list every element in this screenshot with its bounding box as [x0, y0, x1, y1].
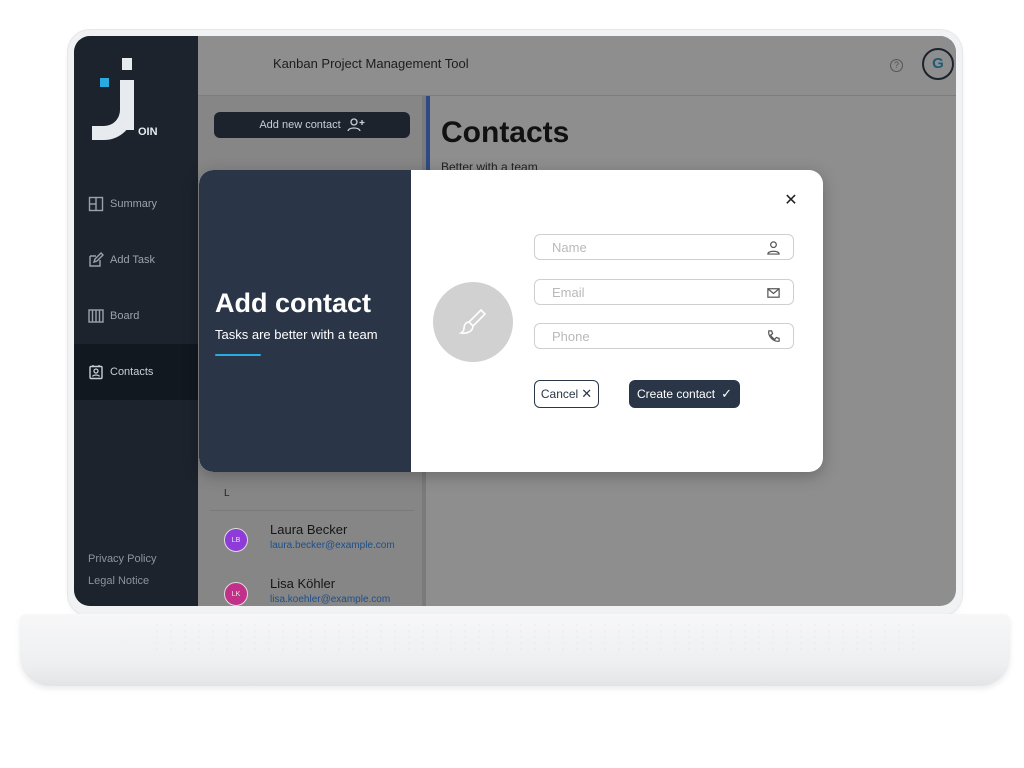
sidebar: OIN Summary Add Task Board Contacts Priv… — [74, 36, 198, 606]
brush-icon — [458, 308, 487, 335]
laptop-base — [20, 614, 1010, 686]
close-icon[interactable]: ✕ — [784, 193, 798, 209]
logo-hook — [92, 108, 134, 140]
sidebar-nav: Summary Add Task Board Contacts — [74, 176, 198, 400]
name-field — [534, 234, 794, 260]
contacts-icon — [89, 365, 103, 380]
add-contact-modal: Add contact Tasks are better with a team… — [199, 170, 823, 472]
contact-photo-placeholder[interactable] — [433, 282, 513, 362]
board-icon — [88, 309, 104, 323]
cancel-button[interactable]: Cancel ✕ — [534, 380, 599, 408]
phone-icon — [768, 330, 780, 342]
check-icon: ✓ — [721, 386, 732, 401]
sidebar-item-label: Board — [110, 310, 140, 322]
main-accent-bar — [426, 96, 430, 178]
privacy-policy-link[interactable]: Privacy Policy — [88, 548, 156, 570]
logo-accent-square — [100, 78, 109, 87]
create-contact-button[interactable]: Create contact ✓ — [629, 380, 740, 408]
sidebar-item-label: Add Task — [110, 254, 156, 266]
contact-email: lisa.koehler@example.com — [270, 594, 391, 605]
legal-notice-link[interactable]: Legal Notice — [88, 570, 156, 592]
email-field — [534, 279, 794, 305]
top-header: Kanban Project Management Tool ? G — [198, 36, 956, 96]
phone-field — [534, 323, 794, 349]
sidebar-item-board[interactable]: Board — [74, 288, 198, 344]
join-logo[interactable]: OIN — [90, 56, 160, 146]
modal-title: Add contact — [215, 288, 372, 318]
name-input[interactable] — [552, 236, 772, 258]
create-label: Create contact — [637, 387, 716, 401]
sidebar-item-label: Contacts — [110, 366, 154, 378]
app-title: Kanban Project Management Tool — [273, 56, 469, 71]
mail-icon — [767, 288, 780, 298]
legal-links: Privacy Policy Legal Notice — [88, 548, 156, 592]
contact-email: laura.becker@example.com — [270, 540, 395, 551]
cancel-label: Cancel — [540, 387, 579, 401]
list-item[interactable]: LK Lisa Köhler lisa.koehler@example.com — [222, 576, 422, 606]
app-screen: OIN Summary Add Task Board Contacts Priv… — [74, 36, 956, 606]
page-title: Contacts — [441, 116, 570, 149]
user-avatar[interactable]: G — [922, 48, 954, 80]
email-input[interactable] — [552, 281, 772, 303]
modal-title-underline — [215, 354, 261, 356]
summary-icon — [88, 196, 104, 212]
phone-input[interactable] — [552, 325, 772, 347]
logo-square — [122, 58, 132, 70]
sidebar-item-summary[interactable]: Summary — [74, 176, 198, 232]
edit-icon — [89, 252, 104, 267]
list-item[interactable]: LB Laura Becker laura.becker@example.com — [222, 522, 422, 562]
keyboard-pattern — [150, 622, 920, 652]
add-contact-label: Add new contact — [259, 119, 341, 131]
sidebar-item-label: Summary — [110, 198, 158, 210]
contact-name: Laura Becker — [270, 522, 348, 537]
sidebar-item-add-task[interactable]: Add Task — [74, 232, 198, 288]
close-icon: ✕ — [581, 386, 593, 401]
add-person-icon — [347, 118, 365, 132]
person-icon — [767, 241, 780, 255]
group-letter: L — [224, 488, 230, 499]
modal-banner: Add contact Tasks are better with a team — [199, 170, 411, 472]
help-icon[interactable]: ? — [890, 59, 903, 72]
contact-name: Lisa Köhler — [270, 576, 336, 591]
modal-subtitle: Tasks are better with a team — [215, 327, 378, 342]
contact-avatar: LB — [224, 528, 248, 552]
logo-text: OIN — [138, 126, 158, 138]
group-divider — [210, 510, 414, 511]
contact-avatar: LK — [224, 582, 248, 606]
add-new-contact-button[interactable]: Add new contact — [214, 112, 410, 138]
sidebar-item-contacts[interactable]: Contacts — [74, 344, 198, 400]
